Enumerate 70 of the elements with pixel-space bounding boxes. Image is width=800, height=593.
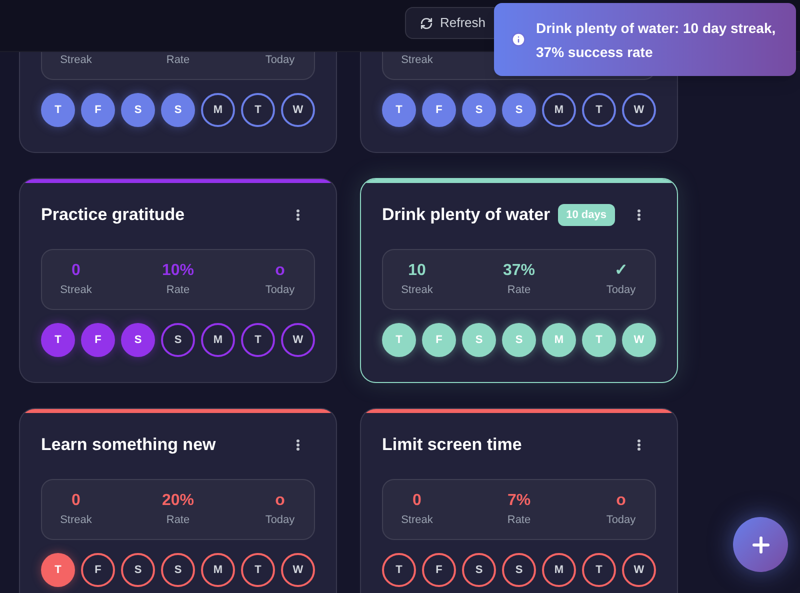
day-toggle[interactable]: T: [241, 323, 275, 357]
stat-value: ✓: [614, 261, 628, 282]
stat-value: 10: [408, 261, 426, 282]
day-toggle[interactable]: S: [462, 93, 496, 127]
day-toggle[interactable]: S: [462, 553, 496, 587]
day-toggle[interactable]: M: [542, 93, 576, 127]
day-toggle[interactable]: T: [41, 323, 75, 357]
day-toggle[interactable]: T: [582, 553, 616, 587]
stat-value: 10%: [162, 261, 194, 282]
day-toggle[interactable]: W: [281, 323, 315, 357]
stat-value: 0: [412, 491, 422, 512]
stat-value: 0: [72, 491, 80, 512]
day-toggle[interactable]: M: [201, 323, 235, 357]
stat-label: Streak: [60, 53, 92, 68]
stat-value: o: [275, 491, 285, 512]
day-toggle[interactable]: W: [622, 93, 656, 127]
stat-value: 0: [72, 261, 80, 282]
habit-title: Learn something new: [41, 434, 216, 456]
day-toggle[interactable]: T: [241, 93, 275, 127]
day-toggle[interactable]: S: [502, 553, 536, 587]
day-toggle[interactable]: W: [281, 93, 315, 127]
day-toggle[interactable]: F: [81, 323, 115, 357]
stat-label: Streak: [60, 513, 92, 528]
stat-label: Streak: [401, 53, 433, 68]
day-toggle[interactable]: F: [422, 93, 456, 127]
day-toggle[interactable]: S: [121, 323, 155, 357]
day-toggle[interactable]: T: [241, 553, 275, 587]
stat-value: o: [616, 491, 626, 512]
stat-value: 7%: [507, 491, 531, 512]
day-toggle[interactable]: S: [161, 323, 195, 357]
habit-title: Limit screen time: [382, 434, 522, 456]
day-toggle[interactable]: M: [201, 553, 235, 587]
day-toggle[interactable]: F: [81, 553, 115, 587]
info-icon: [511, 32, 526, 47]
day-toggle[interactable]: T: [382, 553, 416, 587]
day-toggle[interactable]: T: [382, 93, 416, 127]
day-toggle[interactable]: F: [81, 93, 115, 127]
day-toggle[interactable]: S: [502, 93, 536, 127]
day-toggle[interactable]: W: [622, 553, 656, 587]
day-toggle[interactable]: T: [582, 93, 616, 127]
stat-label: Today: [606, 513, 636, 528]
stat-label: Today: [606, 283, 636, 298]
stat-value: 20%: [162, 491, 194, 512]
stat-label: Today: [265, 53, 295, 68]
day-toggle[interactable]: S: [121, 93, 155, 127]
day-toggle[interactable]: T: [41, 93, 75, 127]
habit-title: Practice gratitude: [41, 204, 185, 226]
stat-label: Streak: [401, 283, 433, 298]
stat-label: Streak: [401, 513, 433, 528]
stat-value: 37%: [502, 261, 536, 282]
day-toggle[interactable]: W: [281, 553, 315, 587]
stat-label: Today: [265, 513, 295, 528]
stat-label: Rate: [166, 283, 190, 298]
day-toggle[interactable]: S: [161, 93, 195, 127]
day-toggle[interactable]: S: [161, 553, 195, 587]
stat-label: Rate: [166, 53, 190, 68]
stat-label: Rate: [507, 513, 531, 528]
habit-title: Drink plenty of water: [382, 204, 550, 226]
day-toggle[interactable]: F: [422, 553, 456, 587]
day-toggle[interactable]: M: [201, 93, 235, 127]
toast-message: Drink plenty of water: 10 day streak, 37% success rate: [536, 18, 777, 62]
day-toggle[interactable]: M: [542, 553, 576, 587]
stat-label: Streak: [60, 283, 92, 298]
stat-value: o: [275, 261, 285, 282]
stat-label: Rate: [166, 513, 190, 528]
stat-label: Today: [265, 283, 295, 298]
refresh-icon: [420, 16, 433, 30]
day-toggle[interactable]: S: [121, 553, 155, 587]
streak-badge: 10 days: [558, 204, 615, 226]
stat-label: Rate: [507, 283, 531, 298]
